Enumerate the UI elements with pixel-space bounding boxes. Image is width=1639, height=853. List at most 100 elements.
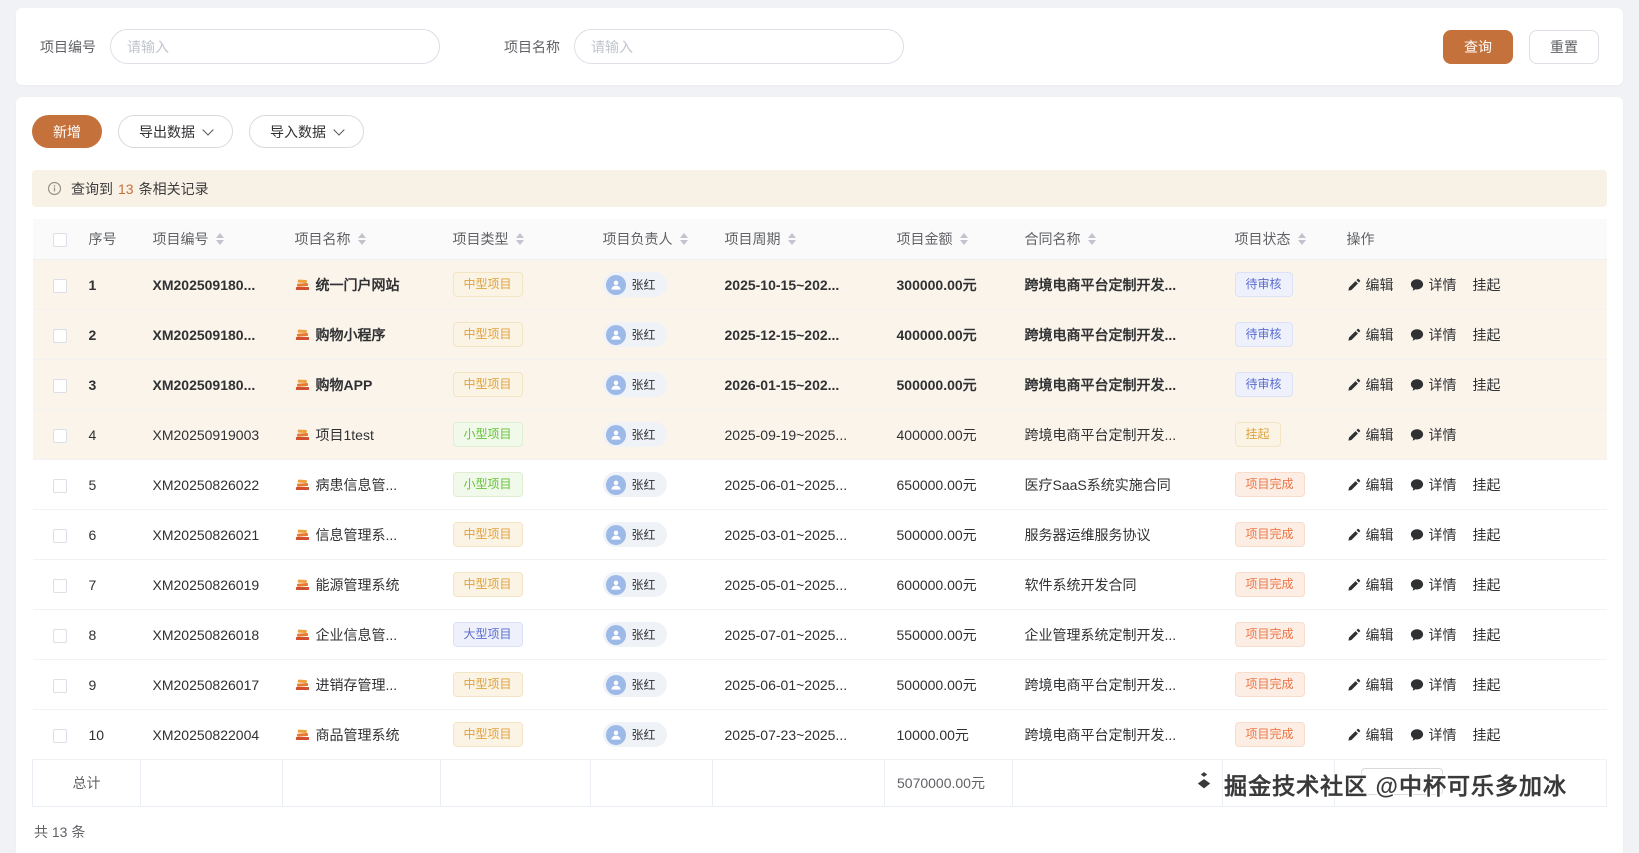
column-header-4[interactable]: 项目负责人: [590, 219, 713, 260]
action-detail[interactable]: 详情: [1410, 725, 1457, 745]
sort-icon[interactable]: [787, 233, 796, 245]
column-header-1[interactable]: 项目编号: [140, 219, 283, 260]
chat-icon: [1410, 528, 1424, 542]
action-edit[interactable]: 编辑: [1347, 425, 1394, 445]
row-actions: 编辑 详情: [1347, 425, 1595, 445]
row-actions: 编辑 详情 挂起: [1347, 375, 1595, 395]
row-checkbox[interactable]: [52, 678, 67, 693]
project-name: 商品管理系统: [315, 726, 400, 743]
action-detail[interactable]: 详情: [1410, 375, 1457, 395]
action-suspend[interactable]: 挂起: [1473, 675, 1501, 695]
action-suspend[interactable]: 挂起: [1473, 375, 1501, 395]
action-detail[interactable]: 详情: [1410, 675, 1457, 695]
action-detail[interactable]: 详情: [1410, 525, 1457, 545]
row-checkbox[interactable]: [52, 378, 67, 393]
action-suspend[interactable]: 挂起: [1473, 475, 1501, 495]
action-edit[interactable]: 编辑: [1347, 375, 1394, 395]
summary-cell: [282, 759, 441, 807]
action-edit[interactable]: 编辑: [1347, 625, 1394, 645]
sort-icon[interactable]: [959, 233, 968, 245]
table-header-row: 序号 项目编号 项目名称 项目类型 项目负责人 项目周期 项目金额 合同名称 项目状态 操作: [32, 219, 1607, 260]
select-all-checkbox[interactable]: [52, 233, 67, 248]
action-detail[interactable]: 详情: [1410, 425, 1457, 445]
column-header-3[interactable]: 项目类型: [440, 219, 591, 260]
sort-icon[interactable]: [1087, 233, 1096, 245]
reset-button[interactable]: 重置: [1529, 29, 1599, 64]
avatar: [605, 524, 626, 545]
summary-cell: [140, 759, 283, 807]
export-button[interactable]: 导出数据: [118, 115, 233, 148]
total-count: 共 13 条: [34, 824, 86, 840]
books-icon: [295, 427, 310, 442]
action-label: 编辑: [1365, 426, 1394, 443]
select-all-header: [32, 219, 77, 260]
action-label: 编辑: [1365, 726, 1394, 743]
pagination-control[interactable]: [1361, 768, 1443, 795]
books-icon: [295, 727, 310, 742]
contract-name: 医疗SaaS系统实施合同: [1024, 476, 1171, 493]
owner-chip: 张红: [602, 422, 667, 447]
row-checkbox[interactable]: [52, 728, 67, 743]
row-checkbox[interactable]: [52, 628, 67, 643]
action-suspend[interactable]: 挂起: [1473, 275, 1501, 295]
sort-icon[interactable]: [1297, 233, 1306, 245]
project-name: 病患信息管...: [315, 476, 398, 493]
action-detail[interactable]: 详情: [1410, 625, 1457, 645]
action-edit[interactable]: 编辑: [1347, 525, 1394, 545]
action-detail[interactable]: 详情: [1410, 275, 1457, 295]
column-header-7[interactable]: 合同名称: [1012, 219, 1223, 260]
project-status-tag: 挂起: [1234, 422, 1281, 447]
column-label: 合同名称: [1024, 231, 1081, 247]
sort-icon[interactable]: [215, 233, 224, 245]
action-detail[interactable]: 详情: [1410, 575, 1457, 595]
sort-icon[interactable]: [357, 233, 366, 245]
row-checkbox[interactable]: [52, 528, 67, 543]
row-checkbox[interactable]: [52, 428, 67, 443]
action-detail[interactable]: 详情: [1410, 475, 1457, 495]
books-icon: [295, 477, 310, 492]
row-checkbox[interactable]: [52, 578, 67, 593]
row-checkbox[interactable]: [52, 478, 67, 493]
action-edit[interactable]: 编辑: [1347, 575, 1394, 595]
action-detail[interactable]: 详情: [1410, 325, 1457, 345]
action-label: 编辑: [1365, 526, 1394, 543]
column-label: 项目金额: [896, 231, 953, 247]
action-edit[interactable]: 编辑: [1347, 475, 1394, 495]
table-row: 10 XM20250822004 商品管理系统 中型项目 张红 2025-07-…: [32, 709, 1607, 760]
action-suspend[interactable]: 挂起: [1473, 575, 1501, 595]
add-button[interactable]: 新增: [32, 115, 102, 148]
project-code: XM20250826017: [152, 676, 260, 693]
action-edit[interactable]: 编辑: [1347, 675, 1394, 695]
table-row: 3 XM202509180... 购物APP 中型项目 张红 2026-01-1…: [32, 359, 1607, 410]
action-edit[interactable]: 编辑: [1347, 325, 1394, 345]
row-actions: 编辑 详情 挂起: [1347, 475, 1595, 495]
sort-icon[interactable]: [515, 233, 524, 245]
action-suspend[interactable]: 挂起: [1473, 625, 1501, 645]
action-label: 编辑: [1365, 276, 1394, 293]
row-checkbox[interactable]: [52, 328, 67, 343]
row-checkbox[interactable]: [52, 278, 67, 293]
action-edit[interactable]: 编辑: [1347, 275, 1394, 295]
project-name-input[interactable]: [574, 29, 904, 64]
sort-icon[interactable]: [679, 233, 688, 245]
column-header-8[interactable]: 项目状态: [1222, 219, 1335, 260]
column-header-2[interactable]: 项目名称: [282, 219, 441, 260]
alert-count: 13: [118, 180, 134, 197]
column-header-6[interactable]: 项目金额: [884, 219, 1013, 260]
import-button[interactable]: 导入数据: [249, 115, 364, 148]
action-label: 详情: [1428, 276, 1457, 293]
action-suspend[interactable]: 挂起: [1473, 725, 1501, 745]
table-row: 2 XM202509180... 购物小程序 中型项目 张红 2025-12-1…: [32, 309, 1607, 360]
project-code-input[interactable]: [110, 29, 440, 64]
action-suspend[interactable]: 挂起: [1473, 525, 1501, 545]
query-button[interactable]: 查询: [1443, 29, 1513, 64]
action-edit[interactable]: 编辑: [1347, 725, 1394, 745]
project-amount: 500000.00元: [896, 676, 977, 693]
action-suspend[interactable]: 挂起: [1473, 325, 1501, 345]
owner-chip: 张红: [602, 372, 667, 397]
owner-chip: 张红: [602, 272, 667, 297]
row-actions: 编辑 详情 挂起: [1347, 675, 1595, 695]
action-label: 详情: [1428, 326, 1457, 343]
pencil-icon: [1347, 428, 1361, 442]
column-header-5[interactable]: 项目周期: [712, 219, 885, 260]
